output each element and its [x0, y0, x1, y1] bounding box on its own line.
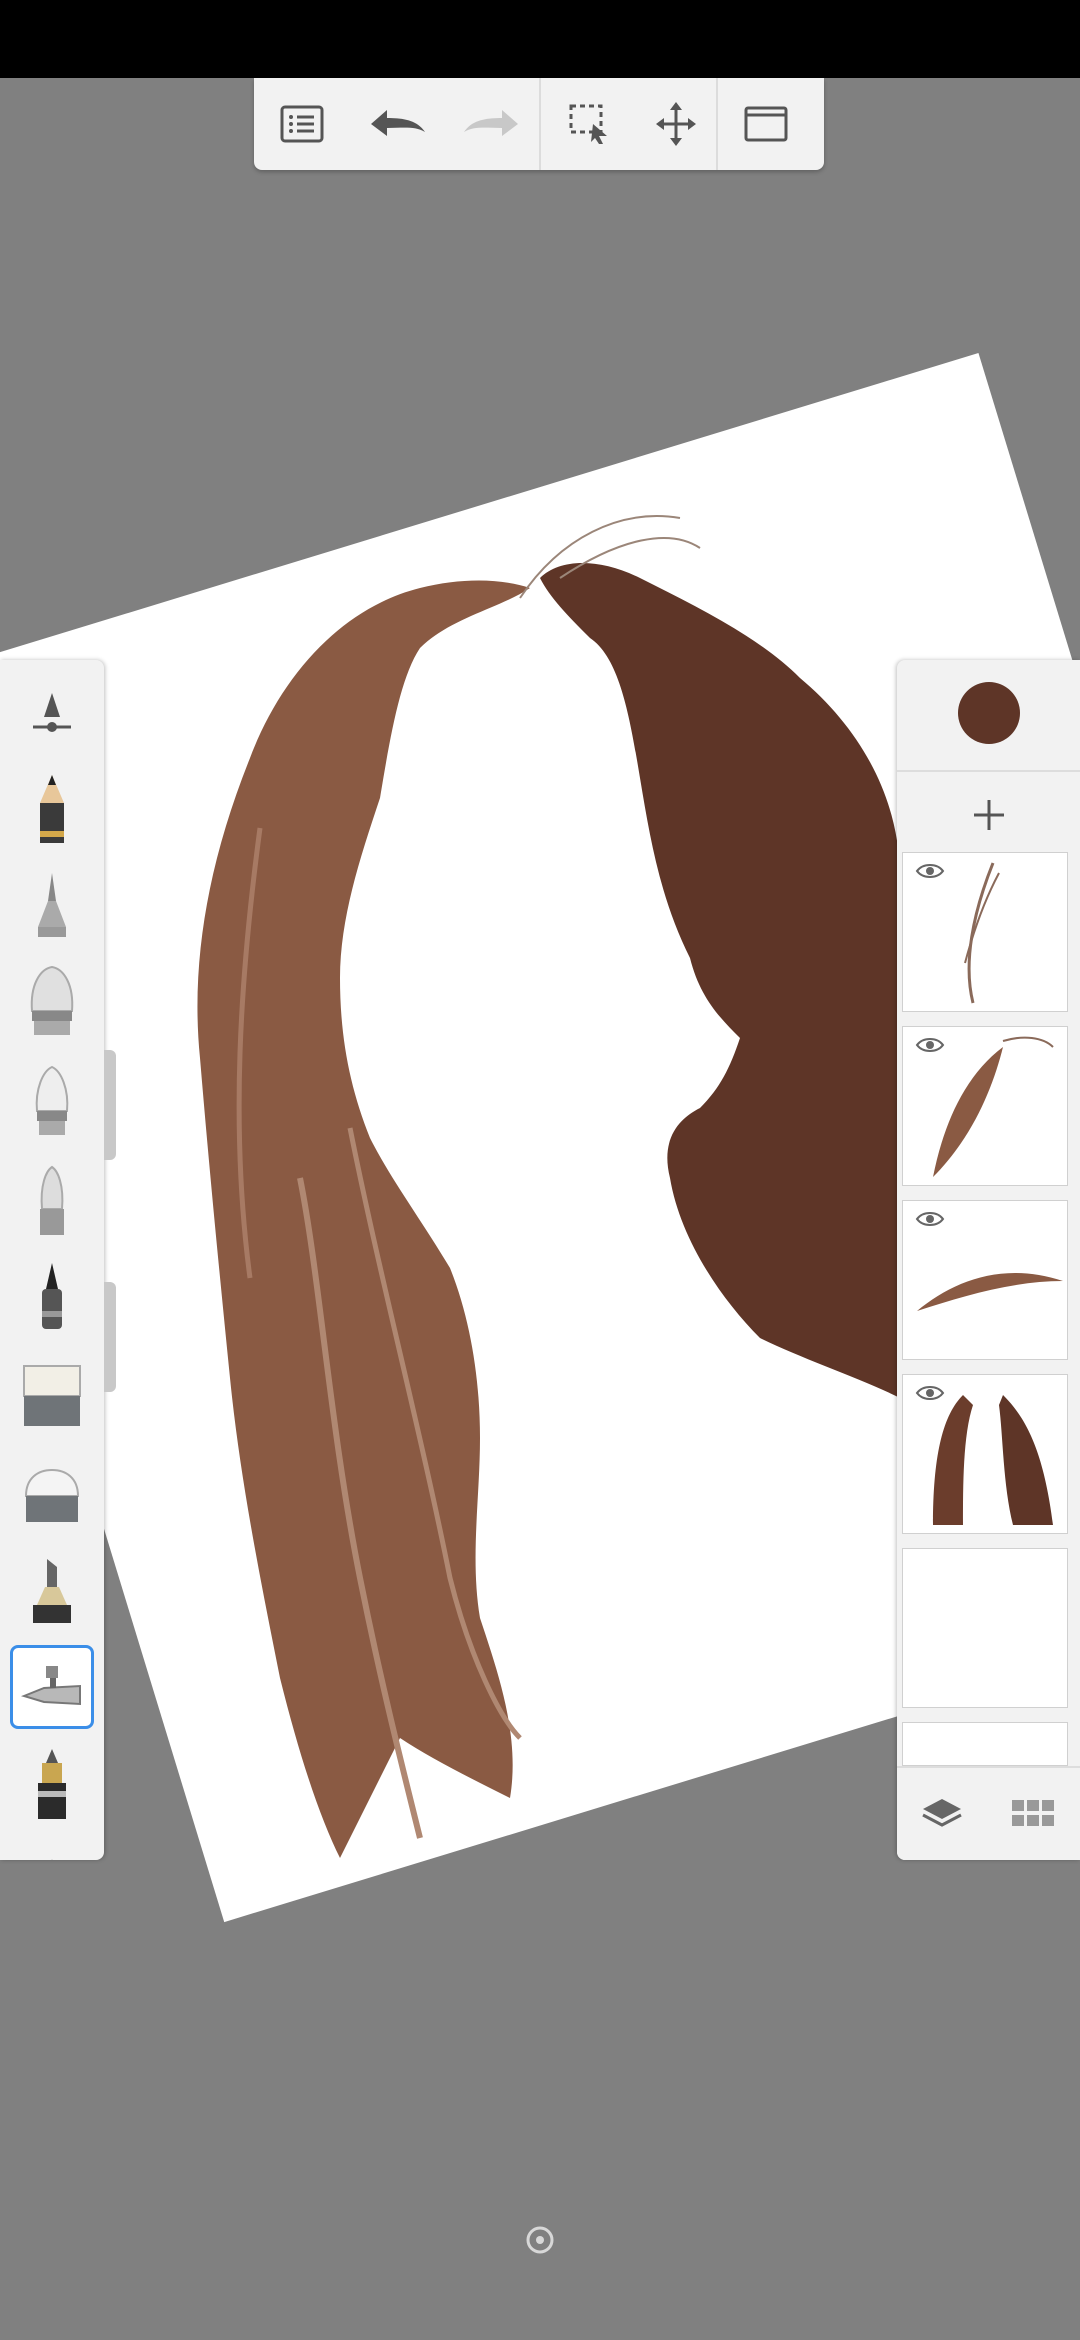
marker-icon — [33, 1559, 71, 1623]
brush-scroll-handle[interactable] — [104, 1050, 116, 1160]
list-menu-button[interactable] — [254, 78, 349, 170]
airbrush-brush[interactable] — [10, 1060, 94, 1144]
soft-eraser-brush[interactable] — [10, 1454, 94, 1538]
fullscreen-icon — [744, 106, 787, 142]
undo-icon — [370, 110, 425, 136]
undo-button[interactable] — [349, 78, 444, 170]
list-menu-icon — [280, 105, 323, 143]
layers-button[interactable] — [921, 1795, 963, 1835]
ballpoint-pen-brush[interactable] — [10, 866, 94, 950]
ballpoint-pen-icon — [38, 873, 66, 937]
brush-palette — [0, 660, 104, 1860]
layer-preview — [933, 1395, 1053, 1525]
eye-hidden-icon[interactable] — [915, 1731, 945, 1753]
extra-brush[interactable] — [10, 1830, 94, 1860]
layer-thumbnail[interactable] — [902, 1200, 1068, 1360]
airbrush-nozzle-icon — [20, 1666, 81, 1706]
brush-properties-icon — [33, 693, 71, 732]
eye-hidden-icon[interactable] — [915, 1557, 945, 1579]
pencil-brush[interactable] — [10, 768, 94, 852]
marker-brush[interactable] — [10, 1550, 94, 1634]
status-bar — [0, 0, 1080, 78]
transform-button[interactable] — [636, 78, 716, 170]
airbrush-nozzle-brush[interactable] — [10, 1645, 94, 1729]
layers-icon — [922, 1799, 962, 1827]
fine-tip-pen-icon — [42, 1263, 62, 1329]
grid-view-button[interactable] — [1010, 1798, 1056, 1832]
pencil-icon — [51, 1859, 53, 1860]
layer-panel-footer — [897, 1766, 1080, 1860]
top-toolbar — [254, 78, 824, 170]
layer-preview — [933, 1036, 1054, 1177]
layer-thumbnail[interactable] — [902, 1374, 1068, 1534]
soft-brush-icon — [40, 1165, 64, 1235]
color-picker-button[interactable] — [958, 682, 1020, 744]
brush-properties-button[interactable] — [10, 670, 94, 754]
selection-button[interactable] — [541, 78, 636, 170]
selection-icon — [569, 104, 607, 144]
hard-eraser-brush[interactable] — [10, 1354, 94, 1438]
pencil-icon — [40, 775, 64, 843]
airbrush-icon — [35, 1065, 69, 1135]
ink-pen-brush[interactable] — [10, 1742, 94, 1826]
paint-brush-icon — [30, 965, 74, 1035]
layer-thumbnail[interactable] — [902, 1548, 1068, 1708]
layer-thumbnail[interactable] — [902, 852, 1068, 1012]
fine-tip-pen-brush[interactable] — [10, 1256, 94, 1340]
redo-button[interactable] — [444, 78, 539, 170]
paint-brush[interactable] — [10, 960, 94, 1044]
redo-icon — [463, 110, 518, 136]
layer-preview — [917, 1272, 1063, 1311]
layer-thumbnail[interactable] — [902, 1722, 1068, 1766]
hard-eraser-icon — [23, 1365, 81, 1426]
plus-icon — [973, 800, 1004, 830]
fullscreen-button[interactable] — [718, 78, 813, 170]
brush-scroll-handle[interactable] — [104, 1282, 116, 1392]
layer-preview — [964, 862, 1000, 1004]
layer-panel — [897, 660, 1080, 1860]
layer-thumbnail[interactable] — [902, 1026, 1068, 1186]
add-layer-button[interactable] — [897, 770, 1080, 858]
grid-icon — [1012, 1800, 1055, 1826]
transform-icon — [656, 102, 696, 146]
soft-brush[interactable] — [10, 1160, 94, 1244]
canvas-reset-icon[interactable] — [525, 2225, 555, 2255]
ink-pen-icon — [38, 1749, 66, 1819]
soft-eraser-icon — [24, 1468, 80, 1522]
